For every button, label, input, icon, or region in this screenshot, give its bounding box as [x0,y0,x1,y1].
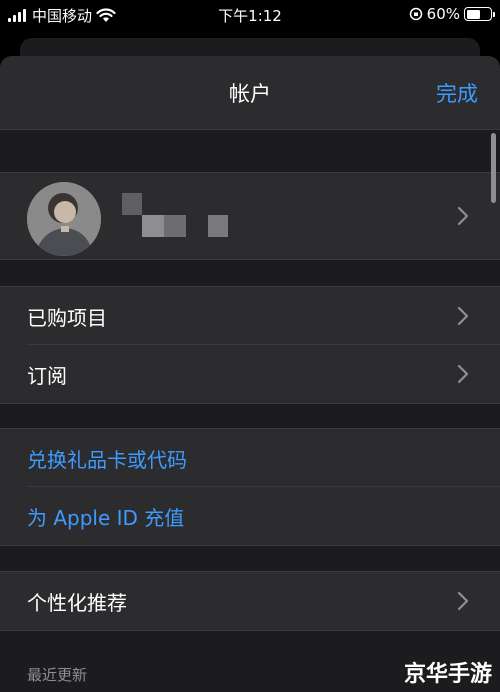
avatar-image [27,182,101,256]
subscriptions-row[interactable]: 订阅 [0,345,500,403]
funds-group: 兑换礼品卡或代码 为 Apple ID 充值 [0,428,500,546]
redacted-name [208,215,228,237]
account-sheet: 帐户 完成 已购项目 订阅 兑换礼品卡或代码 为 Apple ID 充值 个性化… [0,56,500,692]
redeem-link[interactable]: 兑换礼品卡或代码 [0,429,500,487]
battery-fill [466,9,481,19]
divider [0,129,500,130]
battery-percent: 60% [426,5,460,23]
add-funds-link[interactable]: 为 Apple ID 充值 [0,487,500,545]
personalized-group: 个性化推荐 [0,571,500,631]
nav-bar: 帐户 完成 [0,56,500,130]
profile-group [0,172,500,260]
done-button[interactable]: 完成 [436,78,478,108]
redacted-name [164,215,186,237]
chevron-right-icon [457,591,469,611]
purchased-row[interactable]: 已购项目 [0,287,500,345]
subscriptions-label: 订阅 [27,363,67,388]
page-title: 帐户 [229,82,271,106]
add-funds-label: 为 Apple ID 充值 [27,505,185,530]
avatar [27,182,101,256]
redacted-name [142,215,164,237]
purchased-label: 已购项目 [27,305,107,330]
profile-row[interactable] [0,173,500,259]
purchase-group: 已购项目 订阅 [0,286,500,404]
personalized-label: 个性化推荐 [27,590,127,615]
status-right: 60% [409,5,495,23]
personalized-row[interactable]: 个性化推荐 [0,572,500,630]
redeem-label: 兑换礼品卡或代码 [27,447,187,472]
chevron-right-icon [457,306,469,326]
scroll-indicator[interactable] [491,133,496,203]
status-bar: 中国移动 下午1:12 60% [0,0,500,30]
chevron-right-icon [457,364,469,384]
watermark-logo: 京华手游 [403,662,492,687]
recent-updates-header: 最近更新 [27,666,88,684]
redacted-name [122,193,142,215]
battery-icon [464,7,495,21]
orientation-lock-icon [409,7,422,21]
chevron-right-icon [457,206,469,226]
